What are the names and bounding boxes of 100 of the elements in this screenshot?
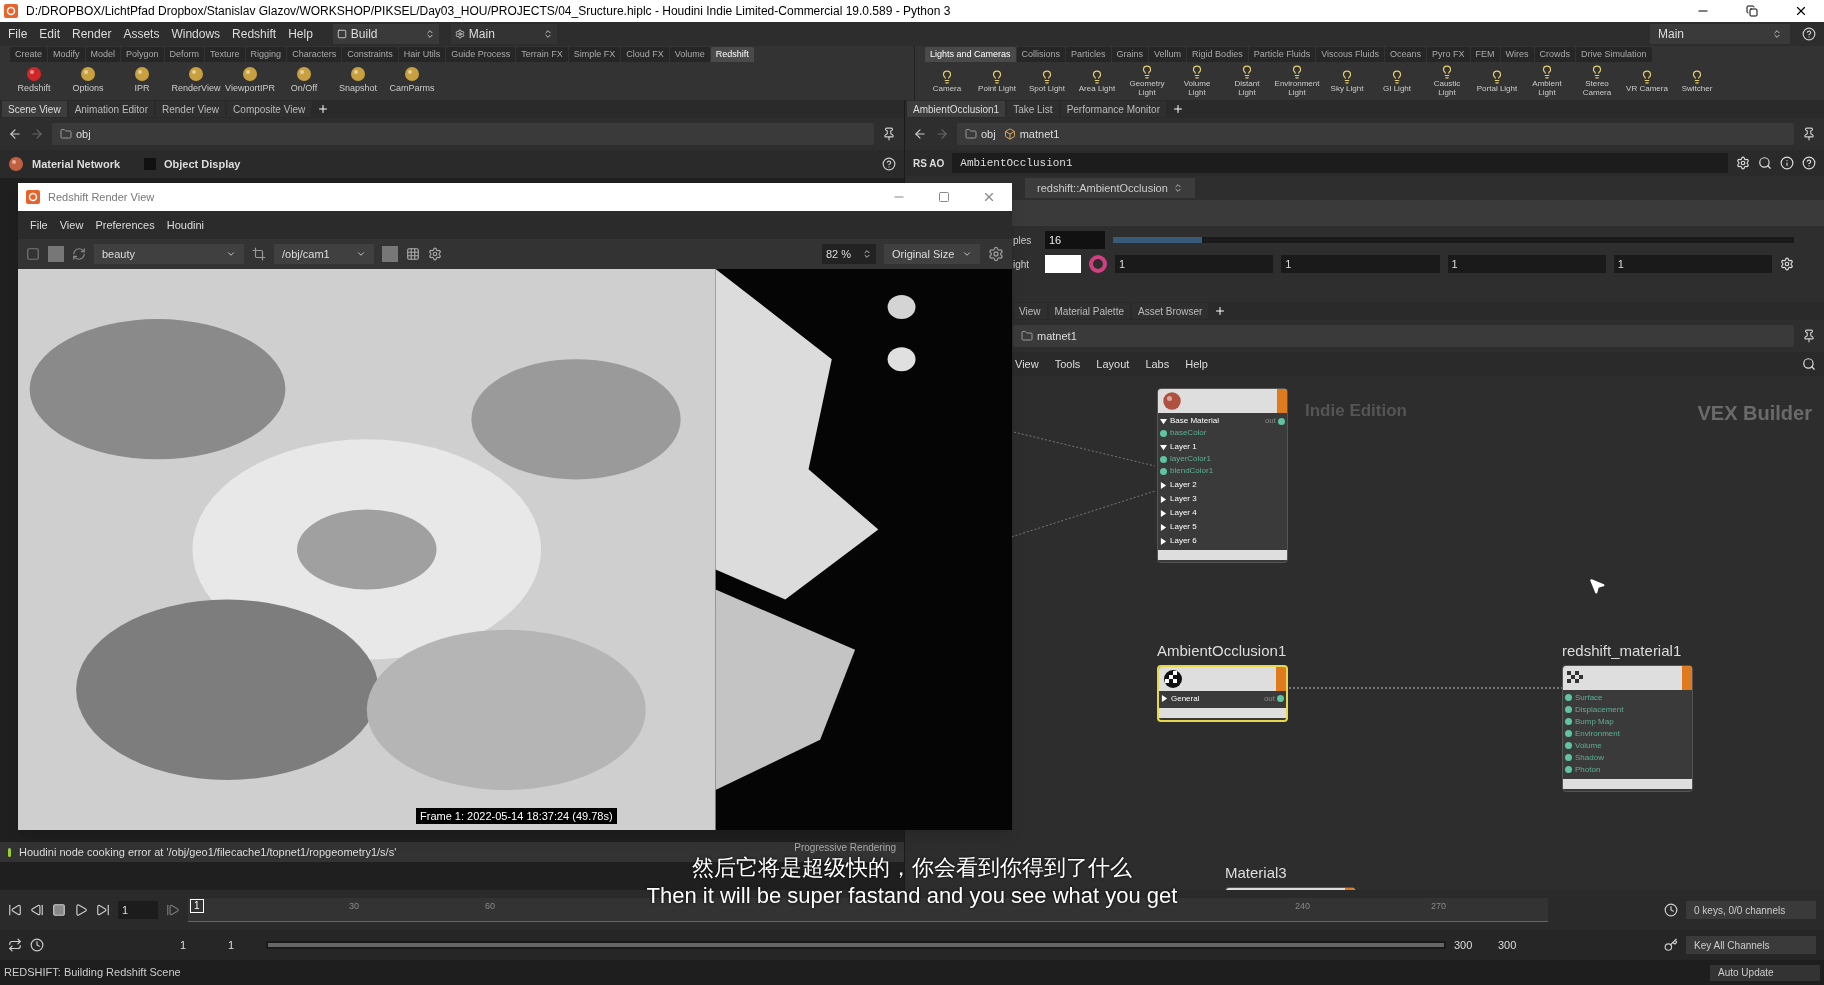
shelf-tab[interactable]: Viscous Fluids [1316,47,1385,62]
shelf-tab[interactable]: Vellum [1149,47,1187,62]
menu-item[interactable]: Windows [171,25,221,43]
shelf-tool[interactable]: Area Light [1075,69,1119,93]
menu-item[interactable]: Edit [39,25,61,43]
shelf-tab[interactable]: Rigging [245,47,287,62]
pane-tab[interactable]: Take List [1007,101,1059,117]
number-field[interactable]: 1 [1115,255,1274,273]
output-port[interactable] [1277,695,1284,702]
shelf-tab[interactable]: Terrain FX [516,47,568,62]
shelf-tab[interactable]: Polygon [121,47,164,62]
frame-field[interactable]: 1 [118,901,158,919]
shelf-tab[interactable]: Guide Process [446,47,516,62]
grid-icon[interactable] [406,247,420,261]
last-frame-icon[interactable] [96,903,110,917]
shelf-tool[interactable]: Snapshot [334,66,382,96]
add-tab-icon[interactable] [1214,305,1227,317]
shelf-tab[interactable]: Deform [164,47,205,62]
color-wheel-icon[interactable] [1089,255,1107,273]
shelf-tab[interactable]: Redshift [710,47,754,62]
help-icon[interactable] [1802,27,1816,41]
shelf-tool[interactable]: Distant Light [1225,65,1269,97]
shelf-tab[interactable]: Particles [1066,47,1111,62]
pin-icon[interactable] [1802,127,1816,141]
shelf-tab[interactable]: Wires [1500,47,1534,62]
path-field[interactable]: matnet1 [1013,325,1794,347]
shelf-tool[interactable]: Sky Light [1325,69,1369,93]
clock-icon[interactable] [1664,903,1678,917]
pin-icon[interactable] [1802,329,1816,343]
pin-icon[interactable] [882,127,896,141]
shelf-tab[interactable]: Drive Simulation [1576,47,1652,62]
shelf-tool[interactable]: Geometry Light [1125,65,1169,97]
network-node[interactable]: Base Material out baseColor Layer 1 layerColor1 blendColor1 Layer 2 Layer 3 Layer 4 Layer 5 Layer 6 [1157,388,1288,563]
restore-icon[interactable] [1746,5,1758,17]
swatch-button[interactable] [48,246,64,262]
shelf-tab[interactable]: Modify [48,47,85,62]
shelf-tool[interactable]: Spot Light [1025,69,1069,93]
shelf-tool[interactable]: Switcher [1675,69,1719,93]
back-icon[interactable] [913,127,927,141]
menu-item[interactable]: View [1015,355,1039,373]
back-icon[interactable] [8,127,22,141]
stop-icon[interactable] [52,903,66,917]
shelf-tab[interactable]: Grains [1111,47,1149,62]
settings-icon[interactable] [988,246,1004,262]
shelf-tab[interactable]: Hair Utils [398,47,446,62]
shelf-tool[interactable]: VR Camera [1625,69,1669,93]
clapper-icon[interactable] [26,247,40,261]
color-swatch[interactable] [1045,255,1081,273]
close-icon[interactable] [1794,4,1808,18]
shelf-tab[interactable]: Simple FX [568,47,621,62]
menu-item[interactable]: File [8,25,28,43]
shelf-tab[interactable]: Model [85,47,121,62]
path-field[interactable]: obj [52,123,874,145]
shelf-tab[interactable]: Oceans [1385,47,1427,62]
gear-icon[interactable] [1780,257,1794,271]
shelf-tab[interactable]: Texture [205,47,245,62]
menu-item[interactable]: Preferences [95,216,155,234]
number-field[interactable]: 1 [1613,255,1772,273]
menu-item[interactable]: Render [72,25,112,43]
collapsed-arrow-icon[interactable] [1160,481,1167,489]
collapsed-arrow-icon[interactable] [1160,509,1167,517]
menu-item[interactable]: Help [1185,355,1208,373]
menu-item[interactable]: Assets [123,25,160,43]
shelf-tab[interactable]: Volume [669,47,710,62]
shelf-tool[interactable]: GI Light [1375,69,1419,93]
search-icon[interactable] [1758,156,1772,170]
menu-item[interactable]: Tools [1054,355,1081,373]
help-icon[interactable] [1802,156,1816,170]
layout-dropdown[interactable]: Main [450,24,557,44]
play-icon[interactable] [74,903,88,917]
collapsed-arrow-icon[interactable] [1160,495,1167,503]
shelf-tool[interactable]: Environment Light [1275,65,1319,97]
layout-dropdown[interactable]: Main [1650,24,1790,44]
loop-icon[interactable] [8,938,22,952]
search-icon[interactable] [1802,357,1816,371]
shelf-tab[interactable]: Characters [287,47,342,62]
shelf-tool[interactable]: Volume Light [1175,65,1219,97]
pane-tab[interactable]: AmbientOcclusion1 [907,101,1006,117]
menu-item[interactable]: Houdini [166,216,204,234]
collapsed-arrow-icon[interactable] [1161,695,1168,702]
info-icon[interactable] [1780,156,1794,170]
shelf-tool[interactable]: Camera [925,69,969,93]
output-port[interactable] [1278,417,1285,425]
crop-icon[interactable] [252,247,266,261]
add-tab-icon[interactable] [317,103,330,115]
first-frame-icon[interactable] [8,903,22,917]
size-dropdown[interactable]: Original Size [884,244,980,264]
menu-item[interactable]: Redshift [232,25,277,43]
checkbox[interactable] [144,158,157,170]
shelf-tab[interactable]: Create [10,47,47,62]
shelf-tool[interactable]: On/Off [280,66,328,96]
step-forward-icon[interactable] [166,903,180,917]
node-name-field[interactable]: AmbientOcclusion1 [952,153,1728,173]
shelf-tool[interactable]: Portal Light [1475,69,1519,93]
shelf-tab[interactable]: Cloud FX [621,47,669,62]
pane-tab[interactable]: Material Palette [1048,303,1130,319]
shelf-tool[interactable]: IPR [118,66,166,96]
shelf-tab[interactable]: Particle Fluids [1248,47,1316,62]
frame-marker[interactable]: 1 [190,899,204,913]
pane-tab[interactable]: Performance Monitor [1060,101,1166,117]
